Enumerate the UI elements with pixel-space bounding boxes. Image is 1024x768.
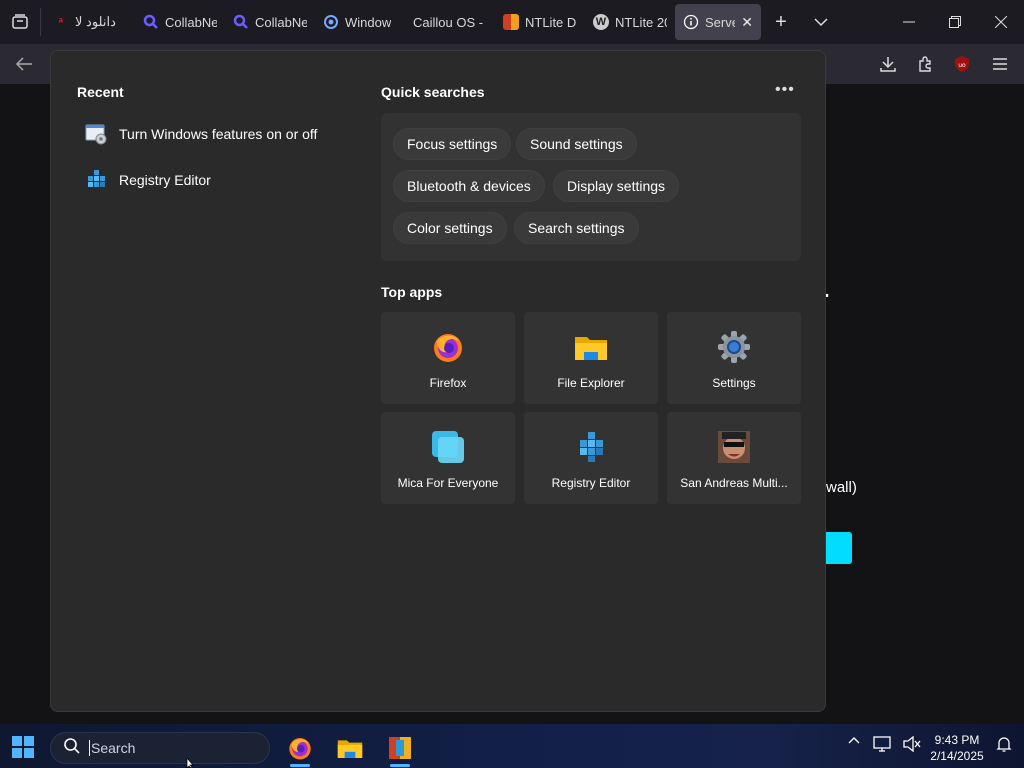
app-label: Settings — [712, 376, 756, 390]
tab-label: Window — [345, 14, 392, 30]
mica-icon — [431, 430, 465, 464]
wordpress-icon: W — [593, 14, 609, 30]
browser-tab[interactable]: ᵃ دانلود لا — [45, 4, 135, 40]
firefox-icon — [431, 330, 465, 364]
tab-divider — [40, 8, 41, 36]
quick-searches-panel: Focus settings Sound settings Bluetooth … — [381, 113, 801, 261]
running-indicator — [390, 764, 410, 767]
top-app-registry-editor[interactable]: Registry Editor — [524, 412, 658, 504]
tab-label: دانلود لا — [75, 14, 116, 29]
search-icon — [63, 737, 81, 760]
quick-search-sound-settings[interactable]: Sound settings — [516, 128, 637, 160]
quick-search-search-settings[interactable]: Search settings — [514, 212, 639, 244]
tab-label: Server — [705, 14, 735, 30]
info-icon — [683, 14, 699, 30]
list-tabs-chevron-icon[interactable] — [801, 0, 841, 44]
search-input[interactable] — [89, 740, 239, 756]
taskbar-clock[interactable]: 9:43 PM 2/14/2025 — [924, 732, 990, 764]
page-text-fragment: wall) — [826, 479, 857, 496]
top-app-settings[interactable]: Settings — [667, 312, 801, 404]
registry-editor-icon — [574, 430, 608, 464]
browser-tab[interactable]: CollabNe — [135, 4, 225, 40]
recent-title: Recent — [77, 84, 124, 100]
folder-icon — [574, 330, 608, 364]
close-tab-icon[interactable]: ✕ — [741, 14, 753, 31]
browser-tab[interactable]: CollabNe — [225, 4, 315, 40]
firefox-icon — [289, 738, 311, 760]
downloads-icon[interactable] — [878, 54, 898, 74]
top-apps-title: Top apps — [381, 284, 443, 300]
app-label: Mica For Everyone — [397, 476, 499, 490]
new-tab-icon[interactable]: + — [761, 0, 801, 44]
tab-manager-icon[interactable] — [0, 0, 40, 44]
tab-label: NTLite D — [525, 14, 577, 30]
quick-search-color-settings[interactable]: Color settings — [393, 212, 507, 244]
mouse-pointer-icon — [186, 758, 194, 768]
hamburger-menu-icon[interactable] — [990, 54, 1010, 74]
clock-date: 2/14/2025 — [930, 749, 984, 763]
top-app-mica-for-everyone[interactable]: Mica For Everyone — [381, 412, 515, 504]
search-magnifier-icon — [143, 14, 159, 30]
circle-dot-icon — [323, 14, 339, 30]
taskbar-search-box[interactable] — [50, 732, 270, 764]
notification-bell-icon[interactable] — [994, 736, 1014, 752]
red-logo-icon: ᵃ — [58, 16, 64, 28]
browser-tab[interactable]: W NTLite 20 — [585, 4, 675, 40]
close-window-icon[interactable] — [978, 0, 1024, 44]
clock-time: 9:43 PM — [934, 733, 980, 747]
page-button-fragment[interactable] — [826, 532, 852, 564]
folder-icon — [337, 740, 363, 758]
browser-tab-active[interactable]: Server ✕ — [675, 4, 761, 40]
show-hidden-icons-chevron-icon[interactable] — [846, 736, 862, 744]
tab-label: NTLite 20 — [615, 14, 667, 30]
quick-searches-title: Quick searches — [381, 84, 485, 100]
app-label: File Explorer — [557, 376, 625, 390]
ntlite-icon — [503, 14, 519, 30]
ublock-origin-icon[interactable]: uo — [952, 54, 972, 74]
minimize-window-icon[interactable] — [886, 0, 932, 44]
app-label: Firefox — [429, 376, 467, 390]
quick-search-focus-settings[interactable]: Focus settings — [393, 128, 512, 160]
back-arrow-icon[interactable] — [14, 54, 34, 74]
svg-text:uo: uo — [958, 62, 966, 69]
registry-editor-icon — [85, 169, 107, 191]
top-app-file-explorer[interactable]: File Explorer — [524, 312, 658, 404]
tab-label: CollabNe — [165, 14, 217, 30]
samp-icon — [717, 430, 751, 464]
running-indicator — [290, 764, 310, 767]
taskbar-file-explorer[interactable] — [330, 732, 370, 764]
network-icon[interactable] — [872, 736, 892, 752]
top-app-san-andreas-multiplayer[interactable]: San Andreas Multi... — [667, 412, 801, 504]
top-app-firefox[interactable]: Firefox — [381, 312, 515, 404]
extensions-icon[interactable] — [915, 54, 935, 74]
recent-item-label: Registry Editor — [119, 172, 211, 188]
recent-item-registry-editor[interactable]: Registry Editor — [85, 168, 211, 192]
taskbar-firefox[interactable] — [280, 732, 320, 767]
more-options-button[interactable]: ••• — [775, 81, 795, 99]
quick-search-bluetooth-devices[interactable]: Bluetooth & devices — [393, 170, 545, 202]
search-magnifier-icon — [233, 14, 249, 30]
volume-muted-icon[interactable] — [902, 736, 922, 752]
recent-item-windows-features[interactable]: Turn Windows features on or off — [85, 122, 317, 146]
recent-item-label: Turn Windows features on or off — [119, 126, 318, 142]
ntlite-icon — [389, 737, 411, 759]
windows-features-icon — [85, 123, 107, 145]
taskbar-ntlite[interactable] — [380, 732, 420, 767]
browser-tab[interactable]: NTLite D — [495, 4, 585, 40]
restore-window-icon[interactable] — [932, 0, 978, 44]
tab-label: Caillou OS - — [413, 14, 484, 30]
tab-label: CollabNe — [255, 14, 307, 30]
app-label: San Andreas Multi... — [680, 476, 788, 490]
browser-tab[interactable]: Caillou OS - — [405, 4, 495, 40]
quick-search-display-settings[interactable]: Display settings — [553, 170, 680, 202]
browser-tab-strip: ᵃ دانلود لا CollabNe CollabNe Window Cai… — [0, 0, 1024, 44]
windows-start-icon[interactable] — [12, 736, 34, 758]
start-menu-panel: Recent Turn Windows features on or off R… — [50, 50, 826, 712]
browser-tab[interactable]: Window — [315, 4, 405, 40]
app-label: Registry Editor — [551, 476, 631, 490]
gear-icon — [717, 330, 751, 364]
